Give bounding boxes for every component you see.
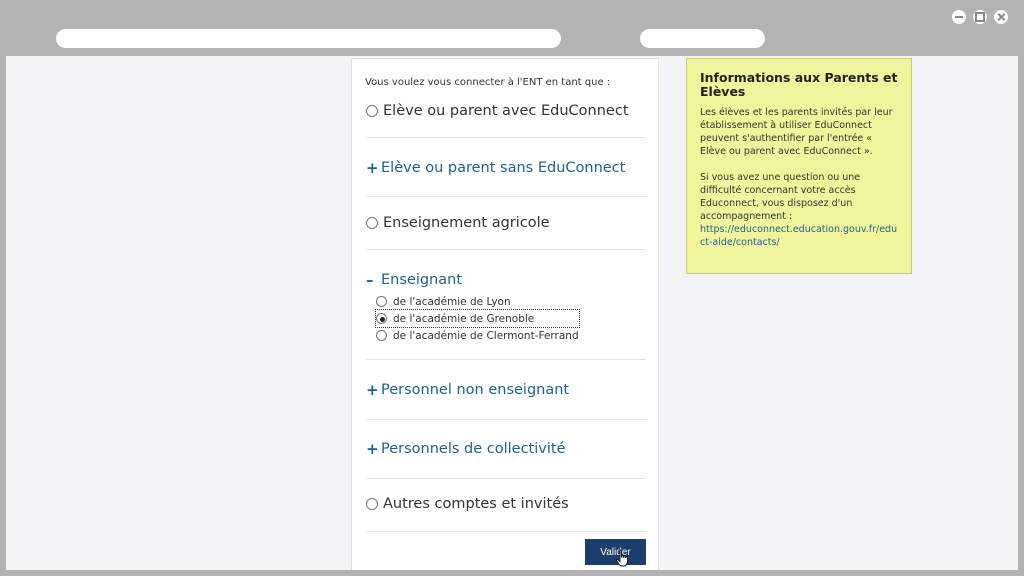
login-panel: Vous voulez vous connecter à l'ENT en ta…	[351, 58, 659, 570]
info-title: Informations aux Parents et Elèves	[700, 70, 898, 99]
support-link[interactable]: https://educonnect.education.gouv.fr/edu…	[700, 223, 898, 249]
divider	[366, 478, 646, 479]
page-viewport: Vous voulez vous connecter à l'ENT en ta…	[6, 56, 1018, 570]
divider	[366, 531, 646, 532]
radio-icon[interactable]	[376, 296, 387, 307]
academie-grenoble-option[interactable]: de l'académie de Grenoble	[375, 309, 580, 328]
option-personnel-non-enseignant[interactable]: + Personnel non enseignant	[366, 381, 646, 399]
option-enseignement-agricole[interactable]: Enseignement agricole	[366, 215, 646, 231]
divider	[366, 249, 646, 250]
option-autres-comptes[interactable]: Autres comptes et invités	[366, 496, 646, 512]
academie-lyon-option[interactable]: de l'académie de Lyon	[376, 293, 579, 310]
address-bar[interactable]	[56, 29, 561, 48]
radio-icon[interactable]	[366, 105, 378, 117]
option-label: de l'académie de Lyon	[393, 295, 511, 308]
option-label: Enseignement agricole	[383, 215, 550, 231]
option-eleve-sans-educonnect[interactable]: + Elève ou parent sans EduConnect	[366, 159, 646, 177]
minimize-button[interactable]	[952, 10, 966, 24]
divider	[366, 196, 646, 197]
info-paragraph-2: Si vous avez une question ou une difficu…	[700, 171, 898, 249]
academie-clermont-option[interactable]: de l'académie de Clermont-Ferrand	[376, 327, 579, 344]
close-icon	[994, 10, 1008, 24]
browser-search-bar[interactable]	[640, 29, 765, 48]
option-label: Enseignant	[381, 272, 463, 288]
expand-plus-icon: +	[366, 381, 379, 399]
divider	[366, 359, 646, 360]
option-label: Personnels de collectivité	[381, 441, 566, 457]
radio-icon[interactable]	[376, 330, 387, 341]
close-window-button[interactable]	[994, 10, 1008, 24]
collapse-minus-icon: –	[366, 271, 374, 289]
maximize-button[interactable]	[973, 10, 987, 24]
info-box: Informations aux Parents et Elèves Les é…	[686, 58, 912, 274]
option-personnels-collectivite[interactable]: + Personnels de collectivité	[366, 440, 646, 458]
hand-pointer-icon	[616, 549, 628, 567]
option-label: Elève ou parent sans EduConnect	[381, 160, 626, 176]
radio-icon[interactable]	[366, 217, 378, 229]
login-intro: Vous voulez vous connecter à l'ENT en ta…	[365, 77, 611, 88]
divider	[366, 419, 646, 420]
info-paragraph-2-text: Si vous avez une question ou une difficu…	[700, 172, 861, 222]
option-label: Elève ou parent avec EduConnect	[383, 103, 629, 119]
option-label: Personnel non enseignant	[381, 382, 570, 398]
enseignant-academie-list: de l'académie de Lyon de l'académie de G…	[375, 293, 580, 344]
expand-plus-icon: +	[366, 159, 379, 177]
option-label: de l'académie de Clermont-Ferrand	[393, 329, 579, 342]
browser-chrome	[0, 0, 1024, 56]
minimize-icon	[952, 10, 966, 24]
info-paragraph-1: Les élèves et les parents invités par le…	[700, 107, 893, 157]
maximize-icon	[973, 10, 987, 24]
option-enseignant[interactable]: – Enseignant	[366, 271, 646, 289]
option-eleve-avec-educonnect[interactable]: Elève ou parent avec EduConnect	[366, 103, 646, 119]
option-label: de l'académie de Grenoble	[393, 312, 535, 325]
radio-checked-icon[interactable]	[376, 313, 387, 324]
divider	[366, 137, 646, 138]
expand-plus-icon: +	[366, 440, 379, 458]
radio-icon[interactable]	[366, 498, 378, 510]
option-label: Autres comptes et invités	[383, 496, 569, 512]
